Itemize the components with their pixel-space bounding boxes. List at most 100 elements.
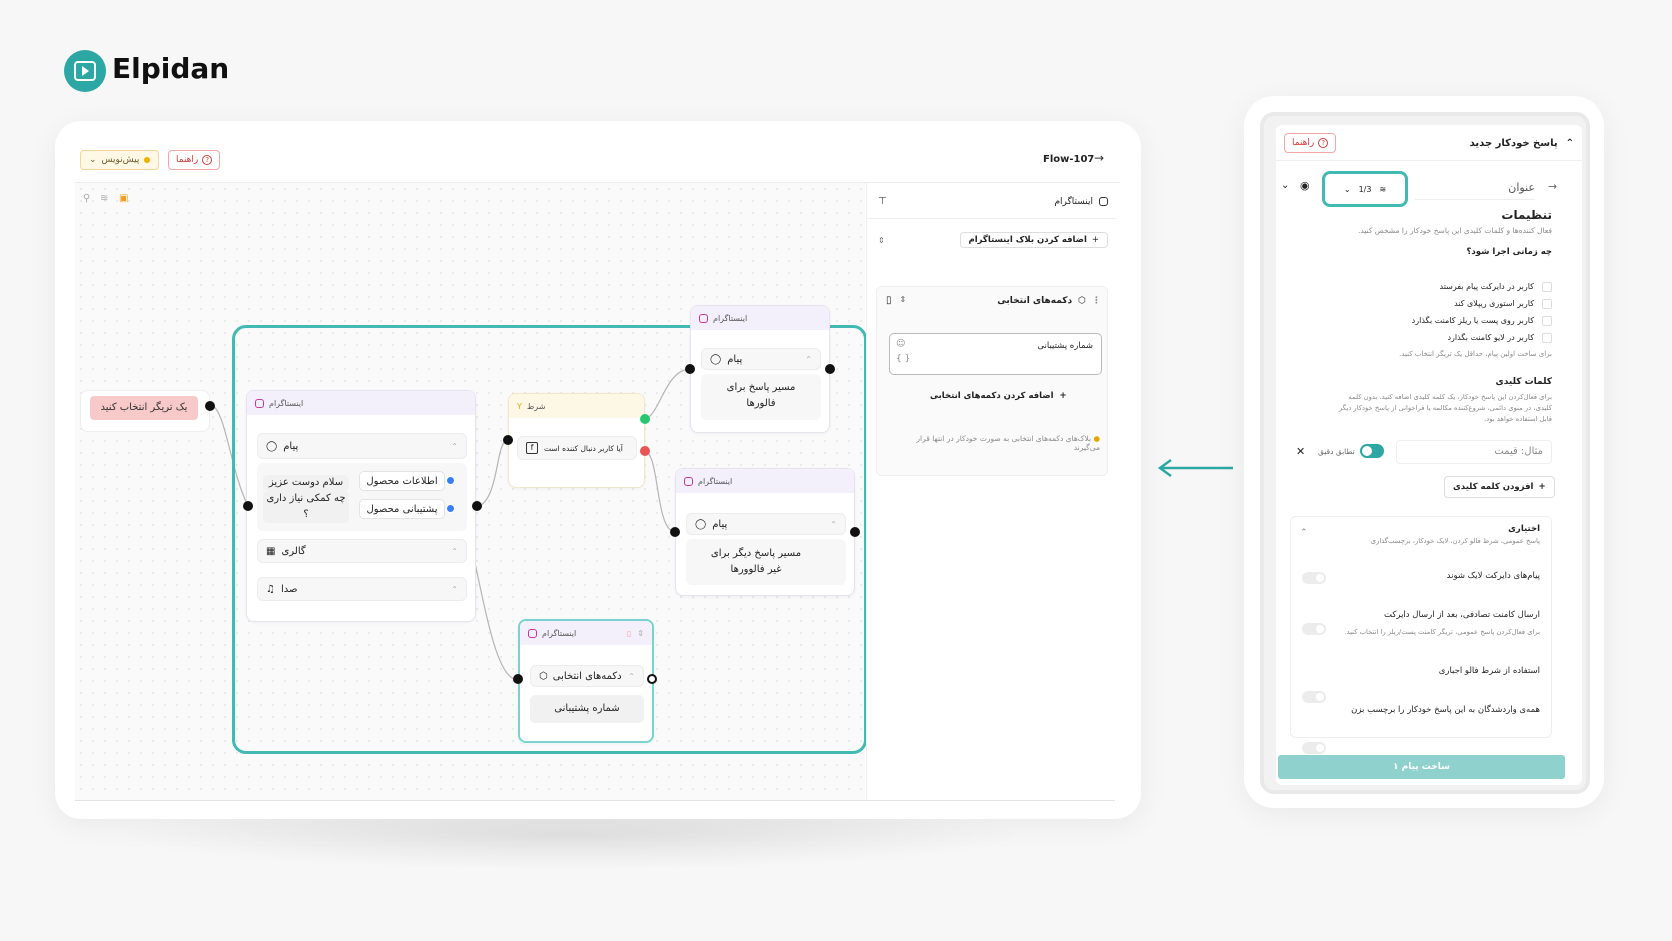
checkbox[interactable]	[1542, 298, 1552, 309]
instagram-buttons-node[interactable]: اینستاگرام ▯ ⇕ ⬡ دکمه‌های انتخابی ⌃ شمار…	[518, 619, 654, 743]
random-comment-note: برای فعال‌کردن پاسخ عمومی، تریگر کامنت پ…	[1344, 628, 1540, 636]
chat-bubble-icon: ◯	[695, 518, 707, 530]
voice-row[interactable]: ♫ صدا ⌃	[257, 577, 467, 601]
expand-icon: ⌃	[451, 546, 458, 556]
headphones-icon: ♫	[266, 583, 275, 595]
message-row[interactable]: ◯ پیام ⌃	[701, 348, 821, 370]
instagram-main-input-port[interactable]	[243, 501, 253, 511]
tag-users-toggle[interactable]	[1302, 742, 1326, 754]
followers-input-port[interactable]	[685, 364, 695, 374]
when-option-dm[interactable]: کاربر در دایرکت پیام بفرستد	[1290, 278, 1552, 295]
instagram-main-output-port[interactable]	[472, 501, 482, 511]
chevron-up-icon[interactable]: ⌃	[1300, 528, 1308, 538]
force-follow-label: استفاده از شرط فالو اجباری	[1438, 666, 1540, 676]
keyword-input[interactable]: مثال: قیمت	[1396, 440, 1552, 464]
trash-icon[interactable]: ▯	[627, 629, 631, 638]
exact-match-toggle[interactable]	[1359, 444, 1384, 458]
create-message-button[interactable]: ساخت پیام ۱	[1278, 755, 1565, 779]
guide-label: راهنما	[1292, 138, 1315, 148]
exact-match-toggle-row[interactable]: تطابق دقیق	[1318, 444, 1384, 458]
button-port-product-support[interactable]	[446, 504, 455, 513]
condition-rule[interactable]: f آیا کاربر دنبال کننده است	[517, 436, 637, 460]
add-choice-buttons-button[interactable]: + اضافه کردن دکمه‌های انتخابی	[930, 391, 1067, 401]
voice-label: صدا	[280, 583, 298, 595]
node-platform-label: اینستاگرام	[542, 628, 577, 638]
eye-icon[interactable]: ◉	[1300, 179, 1310, 192]
optional-title: اختیاری	[1508, 524, 1540, 534]
expand-icon[interactable]: ⇕	[637, 629, 644, 638]
emoji-icon[interactable]: ☺	[896, 339, 905, 349]
condition-input-port[interactable]	[503, 435, 513, 445]
buttons-block-header: ▯ ⇕ دکمه‌های انتخابی ⬡ ⋮	[886, 295, 1101, 306]
reply-button-product-support[interactable]: پشتیبانی محصول	[359, 499, 445, 519]
autoreply-guide-button[interactable]: راهنما ?	[1284, 133, 1337, 153]
sort-icon[interactable]: ⇕	[878, 236, 885, 245]
expand-icon: ⌃	[451, 584, 458, 594]
condition-false-port[interactable]	[640, 446, 650, 456]
message-label: پیام	[712, 518, 728, 530]
chevron-up-icon[interactable]: ⌃	[1566, 138, 1574, 149]
expand-icon: ⌃	[451, 441, 458, 451]
nonfollowers-input-port[interactable]	[670, 527, 680, 537]
add-keyword-button[interactable]: + افزودن کلمه کلیدی	[1444, 476, 1555, 498]
when-options: کاربر در دایرکت پیام بفرستد کاربر استوری…	[1290, 278, 1552, 358]
trigger-output-port[interactable]	[205, 401, 215, 411]
drag-handle-icon[interactable]: ⋮	[1092, 296, 1101, 306]
add-choice-label: اضافه کردن دکمه‌های انتخابی	[930, 391, 1054, 401]
followers-output-port[interactable]	[825, 364, 835, 374]
close-icon[interactable]: ✕	[1296, 445, 1305, 458]
nonfollowers-output-port[interactable]	[850, 527, 860, 537]
expand-icon: ⌃	[830, 519, 837, 529]
instagram-nonfollowers-node[interactable]: اینستاگرام ◯ پیام ⌃ مسیر پاسخ دیگر برای …	[675, 468, 855, 596]
sort-icon[interactable]: ⇕	[900, 295, 907, 306]
trigger-select[interactable]: یک تریگر انتخاب کنید	[90, 396, 198, 420]
add-keyword-label: افزودن کلمه کلیدی	[1453, 482, 1534, 492]
option-input-value: شماره پشتیبانی	[1037, 341, 1093, 351]
node-platform-label: اینستاگرام	[713, 313, 748, 323]
instagram-icon	[255, 398, 264, 408]
instagram-main-node[interactable]: اینستاگرام ◯ پیام ⌃ سلام دوست عزیز چه کم…	[246, 390, 476, 622]
force-follow-toggle[interactable]	[1302, 691, 1326, 703]
checkbox[interactable]	[1542, 281, 1552, 292]
checkbox[interactable]	[1542, 315, 1552, 326]
instagram-icon	[699, 313, 708, 323]
trash-icon[interactable]: ▯	[886, 295, 892, 306]
variable-hint[interactable]: { }	[896, 354, 910, 364]
keywords-title: کلمات کلیدی	[1495, 377, 1552, 387]
instagram-icon	[1099, 197, 1108, 206]
autoreply-header: راهنما ? پاسخ خودکار جدید ⌃	[1284, 133, 1574, 153]
lightbulb-icon: ●	[1093, 434, 1100, 443]
settings-title: تنظیمات	[1501, 208, 1552, 222]
pin-icon[interactable]: ⊤	[878, 196, 887, 207]
optional-description: پاسخ عمومی، شرط فالو کردن، لایک خودکار، …	[1370, 537, 1540, 545]
when-note: برای ساخت اولین پیام، حداقل یک تریگر انت…	[1399, 350, 1552, 358]
when-title: چه زمانی اجرا شود؟	[1466, 247, 1552, 257]
gallery-row[interactable]: ▦ گالری ⌃	[257, 539, 467, 563]
message-row[interactable]: ◯ پیام ⌃	[257, 433, 467, 459]
reply-button-product-info[interactable]: اطلاعات محصول	[359, 471, 445, 491]
button-port-product-info[interactable]	[446, 476, 455, 485]
when-option-post-comment[interactable]: کاربر روی پست یا ریلز کامنت بگذارد	[1290, 312, 1552, 329]
option-text-input[interactable]	[889, 333, 1102, 375]
message-pager[interactable]: ⌄ 1/3 ≋	[1322, 171, 1408, 207]
choice-option-support[interactable]: شماره پشتیبانی	[530, 695, 644, 723]
exact-match-label: تطابق دقیق	[1318, 446, 1355, 456]
like-dm-toggle[interactable]	[1302, 572, 1326, 584]
when-option-story[interactable]: کاربر استوری ریپلای کند	[1290, 295, 1552, 312]
when-option-live-comment[interactable]: کاربر در لایو کامنت بگذارد	[1290, 329, 1552, 346]
chevron-down-icon: ⌄	[1343, 184, 1351, 194]
pager-value: 1/3	[1358, 184, 1372, 194]
condition-true-port[interactable]	[640, 414, 650, 424]
checkbox[interactable]	[1542, 332, 1552, 343]
add-instagram-block-button[interactable]: + اضافه کردن بلاک اینستاگرام	[959, 232, 1108, 248]
instagram-icon	[684, 476, 693, 486]
condition-node[interactable]: Y شرط f آیا کاربر دنبال کننده است	[508, 393, 645, 488]
buttons-row[interactable]: ⬡ دکمه‌های انتخابی ⌃	[530, 665, 644, 687]
buttons-output-port[interactable]	[647, 674, 657, 684]
arrow-right-icon[interactable]: →	[1548, 180, 1557, 193]
instagram-followers-node[interactable]: اینستاگرام ◯ پیام ⌃ مسیر پاسخ برای فالور…	[690, 305, 830, 433]
buttons-input-port[interactable]	[513, 674, 523, 684]
chevron-down-icon[interactable]: ⌄	[1281, 180, 1289, 191]
message-row[interactable]: ◯ پیام ⌃	[686, 513, 846, 535]
autoreply-name-input[interactable]: عنوان	[1415, 176, 1535, 200]
